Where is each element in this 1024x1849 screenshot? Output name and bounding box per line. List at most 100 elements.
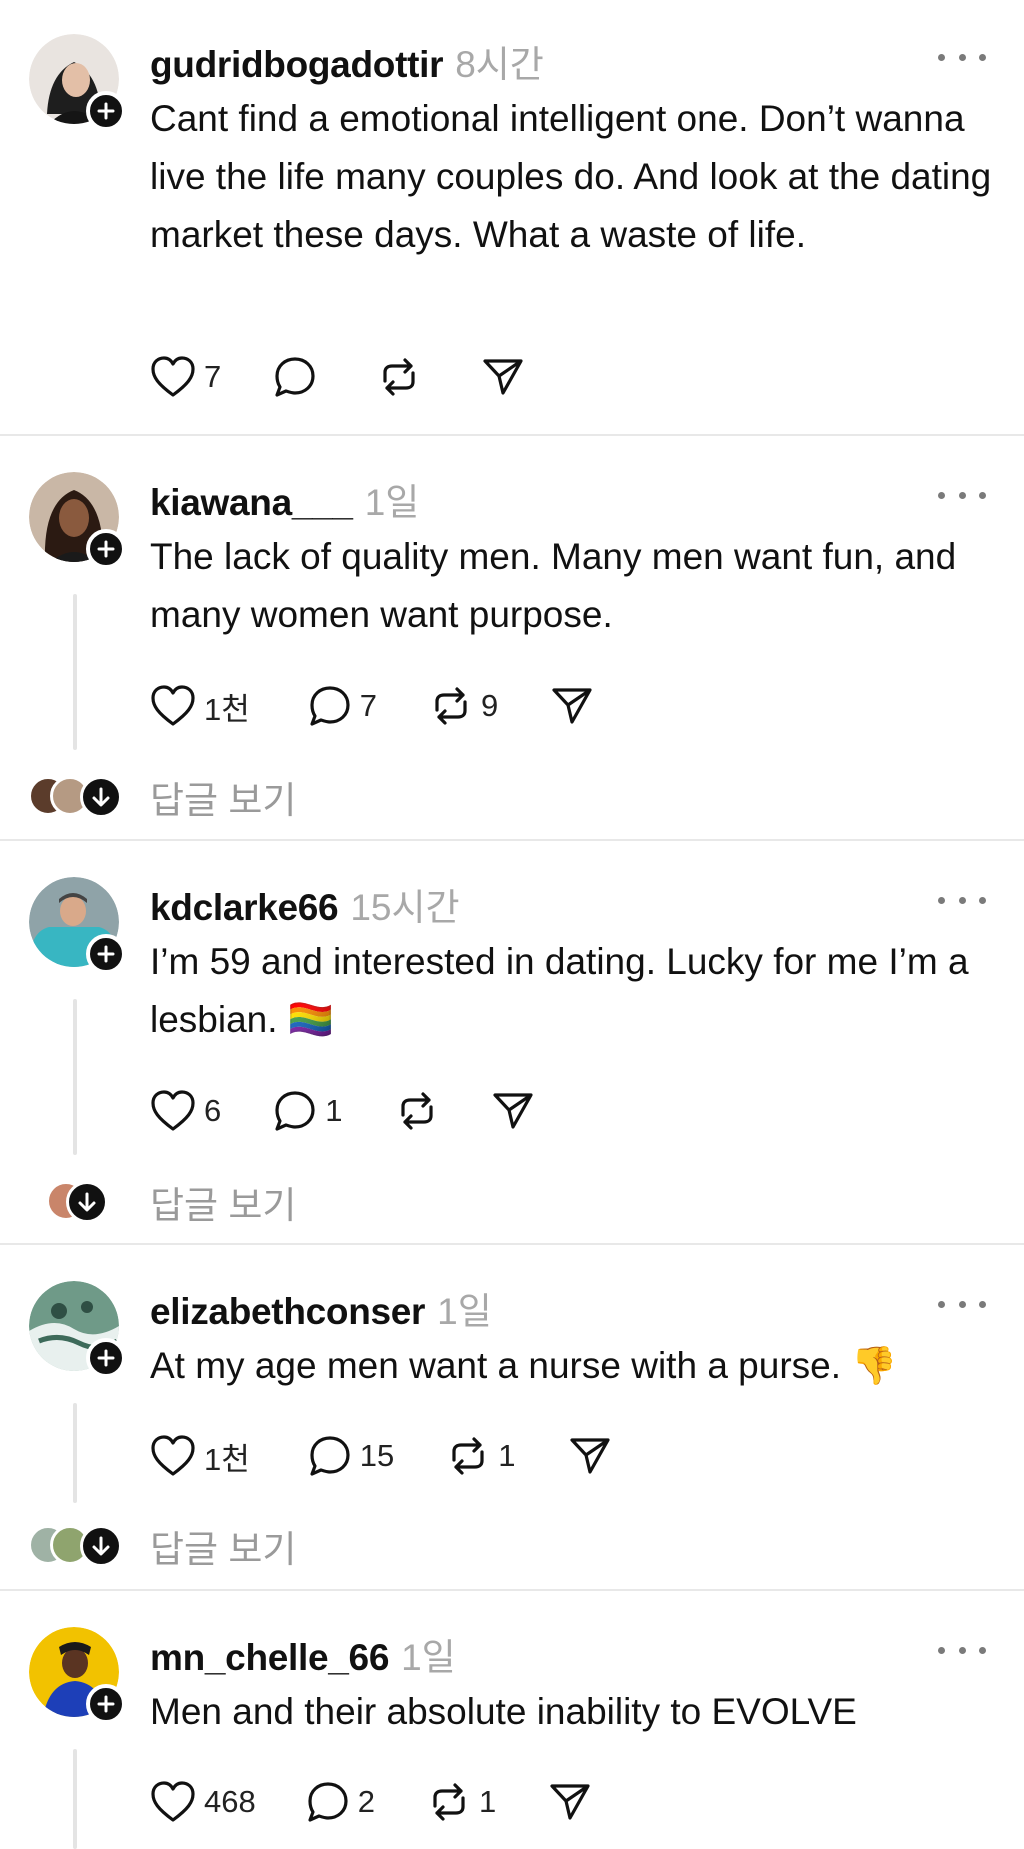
like-button[interactable]: 1천	[150, 682, 250, 730]
comment-icon	[308, 1782, 348, 1822]
heart-icon	[151, 1435, 195, 1476]
reply-button[interactable]: 15	[308, 1432, 394, 1480]
repost-button[interactable]	[377, 353, 421, 401]
post-header: gudridbogadottir 8시간	[150, 34, 544, 88]
more-dot	[938, 1646, 945, 1654]
more-dot	[979, 1300, 986, 1308]
reply-button[interactable]: 7	[308, 682, 377, 730]
view-replies-link[interactable]: 답글 보기	[150, 770, 296, 824]
post-header: mn_chelle_66 1일	[150, 1627, 456, 1681]
action-bar: 6 1	[150, 1087, 535, 1135]
timestamp: 1일	[401, 1637, 456, 1678]
avatar[interactable]	[29, 1627, 126, 1724]
follow-button[interactable]	[86, 934, 126, 974]
reply-count: 1	[325, 1093, 343, 1128]
reply-preview-avatars[interactable]	[28, 776, 124, 818]
reply-count: 7	[359, 688, 378, 723]
timestamp: 15시간	[350, 887, 460, 928]
post: elizabethconser 1일 At my age men want a …	[0, 1245, 1024, 1590]
reply-preview-avatars[interactable]	[28, 1181, 108, 1223]
share-button[interactable]	[481, 353, 525, 401]
expand-replies-button[interactable]	[80, 776, 122, 818]
share-button[interactable]	[568, 1432, 612, 1480]
follow-button[interactable]	[86, 91, 126, 131]
reply-preview-avatars[interactable]	[28, 1525, 124, 1567]
more-dot	[938, 896, 945, 904]
post: kiawana___ 1일 The lack of quality men. M…	[0, 436, 1024, 840]
repost-button[interactable]: 1	[427, 1778, 496, 1826]
username[interactable]: mn_chelle_66	[150, 1637, 389, 1679]
follow-button[interactable]	[86, 1684, 126, 1724]
repost-button[interactable]	[395, 1087, 439, 1135]
more-options-button[interactable]	[938, 1635, 986, 1665]
like-button[interactable]: 468	[150, 1778, 256, 1826]
more-options-button[interactable]	[938, 42, 986, 72]
username[interactable]: gudridbogadottir	[150, 44, 443, 86]
more-dot	[979, 53, 986, 61]
repost-icon	[400, 1092, 433, 1130]
view-replies-link[interactable]: 답글 보기	[150, 1175, 296, 1229]
reply-button[interactable]: 1	[273, 1087, 343, 1135]
plus-icon	[97, 1695, 115, 1713]
repost-icon	[383, 358, 415, 396]
more-dot	[938, 53, 945, 61]
follow-button[interactable]	[86, 1338, 126, 1378]
reply-button[interactable]: 2	[306, 1778, 375, 1826]
post-header: kdclarke66 15시간	[150, 877, 460, 931]
like-button[interactable]: 6	[150, 1087, 221, 1135]
username[interactable]: elizabethconser	[150, 1291, 425, 1333]
repost-button[interactable]: 9	[429, 682, 498, 730]
send-icon	[483, 359, 523, 395]
avatar[interactable]	[29, 34, 126, 131]
avatar[interactable]	[29, 877, 126, 974]
share-button[interactable]	[550, 682, 594, 730]
avatar[interactable]	[29, 1281, 126, 1378]
arrow-down-icon	[78, 1192, 96, 1212]
arrow-down-icon	[92, 1536, 110, 1556]
arrow-down-icon	[92, 787, 110, 807]
like-button[interactable]: 7	[150, 353, 221, 401]
post-text: At my age men want a nurse with a purse.…	[150, 1345, 898, 1386]
expand-replies-button[interactable]	[66, 1181, 108, 1223]
reply-button[interactable]	[273, 353, 317, 401]
repost-count: 1	[478, 1784, 497, 1819]
username[interactable]: kdclarke66	[150, 887, 339, 929]
share-button[interactable]	[548, 1778, 592, 1826]
username[interactable]: kiawana___	[150, 482, 353, 524]
plus-icon	[97, 540, 115, 558]
more-dot	[979, 491, 986, 499]
like-count: 468	[204, 1784, 256, 1819]
action-bar: 1천 7 9	[150, 682, 594, 730]
action-bar: 7	[150, 353, 525, 401]
post-header: kiawana___ 1일	[150, 472, 419, 526]
like-count: 6	[204, 1093, 222, 1128]
thread-line	[73, 594, 77, 750]
more-dot	[958, 491, 966, 499]
like-button[interactable]: 1천	[150, 1432, 250, 1480]
share-button[interactable]	[491, 1087, 535, 1135]
send-icon	[550, 1784, 590, 1820]
like-count: 1천	[204, 691, 250, 727]
heart-icon	[151, 1090, 195, 1131]
repost-button[interactable]: 1	[446, 1432, 516, 1480]
more-options-button[interactable]	[938, 1289, 986, 1319]
more-options-button[interactable]	[938, 480, 986, 510]
more-dot	[938, 491, 945, 499]
timestamp: 1일	[364, 482, 420, 523]
expand-replies-button[interactable]	[80, 1525, 122, 1567]
reply-avatars	[28, 776, 124, 818]
repost-icon	[435, 687, 467, 725]
send-icon	[569, 1438, 610, 1474]
post-text: Men and their absolute inability to EVOL…	[150, 1691, 857, 1732]
more-options-button[interactable]	[938, 885, 986, 915]
follow-button[interactable]	[86, 529, 126, 569]
more-dot	[979, 1646, 986, 1654]
view-replies-link[interactable]: 답글 보기	[150, 1519, 296, 1573]
action-bar: 468 2 1	[150, 1778, 592, 1826]
post-text: I’m 59 and interested in dating. Lucky f…	[150, 941, 969, 1040]
like-count: 7	[204, 359, 222, 394]
comment-icon	[310, 686, 350, 726]
heart-icon	[151, 1781, 195, 1822]
avatar[interactable]	[29, 472, 126, 569]
post-header: elizabethconser 1일	[150, 1281, 492, 1335]
